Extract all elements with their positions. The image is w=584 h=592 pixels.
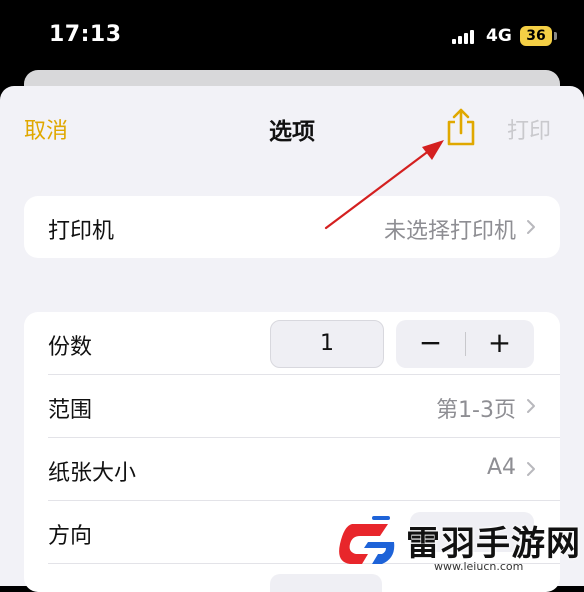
copies-stepper: − + xyxy=(396,320,534,368)
range-label: 范围 xyxy=(48,398,93,423)
cellular-signal-icon xyxy=(452,30,478,44)
chevron-right-icon xyxy=(527,220,535,234)
copies-field[interactable]: 1 xyxy=(270,320,384,368)
battery-icon: 36 xyxy=(520,26,552,46)
chevron-right-icon xyxy=(527,399,535,413)
page-title: 选项 xyxy=(269,119,315,145)
decrement-button[interactable]: − xyxy=(396,320,465,368)
site-watermark: 雷羽手游网 www.leiucn.com xyxy=(334,510,584,576)
copies-row: 份数 1 − + xyxy=(24,312,560,374)
watermark-title: 雷羽手游网 xyxy=(406,524,581,564)
watermark-url: www.leiucn.com xyxy=(434,560,524,573)
printer-row[interactable]: 打印机 未选择打印机 xyxy=(24,196,560,258)
range-value: 第1-3页 xyxy=(436,398,516,423)
battery-tip xyxy=(554,32,557,40)
status-bar: 17:13 4G 36 xyxy=(0,0,584,72)
printer-value: 未选择打印机 xyxy=(383,219,516,244)
paper-size-value: A4 xyxy=(486,455,516,480)
range-row[interactable]: 范围 第1-3页 xyxy=(24,375,560,437)
printer-label: 打印机 xyxy=(48,219,115,244)
orientation-label: 方向 xyxy=(48,524,93,549)
paper-size-row[interactable]: 纸张大小 A4 xyxy=(24,438,560,500)
next-option-control[interactable] xyxy=(270,574,382,592)
copies-label: 份数 xyxy=(48,335,93,360)
watermark-logo-icon xyxy=(339,516,395,564)
paper-size-label: 纸张大小 xyxy=(48,461,137,486)
share-icon[interactable] xyxy=(442,106,480,148)
status-time: 17:13 xyxy=(49,22,122,47)
network-type: 4G xyxy=(486,26,512,46)
chevron-right-icon xyxy=(527,462,535,476)
increment-button[interactable]: + xyxy=(465,320,534,368)
print-button[interactable]: 打印 xyxy=(507,113,551,145)
